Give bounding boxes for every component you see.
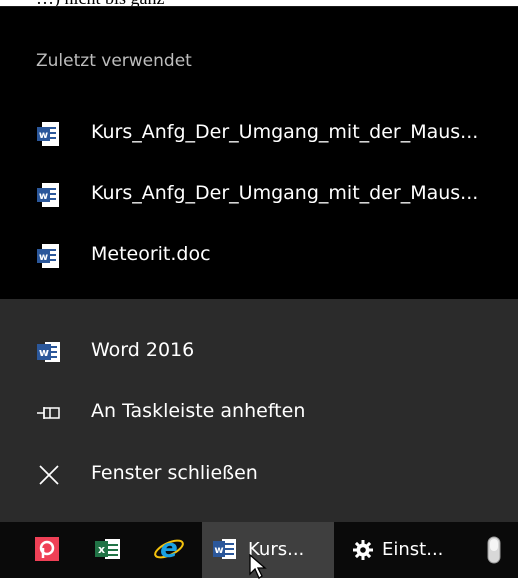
close-icon [39,465,59,485]
recent-item-label: Kurs_Anfg_Der_Umgang_mit_der_Maus... [91,182,479,204]
mouse-cursor-icon [249,554,267,579]
svg-text:w: w [214,545,223,556]
recent-item[interactable]: w Kurs_Anfg_Der_Umgang_mit_der_Maus... [0,166,518,226]
pocket-app-icon [35,537,59,561]
word-doc-icon: w [37,183,59,207]
recent-item-label: Meteorit.doc [91,243,211,265]
svg-text:x: x [98,543,105,556]
word-doc-icon: w [37,244,59,268]
internet-explorer-icon: e [154,534,184,564]
word-app-icon: w [37,342,60,362]
task-label: An Taskleiste anheften [91,400,306,422]
taskbar: x e w Kurs... Einst... [0,522,518,579]
word-icon: w [213,539,236,559]
taskbar-button-settings[interactable]: Einst... [342,522,470,578]
recent-item[interactable]: w Kurs_Anfg_Der_Umgang_mit_der_Maus... [0,105,518,165]
svg-text:e: e [160,534,178,564]
taskbar-button-pill-app[interactable] [474,522,514,578]
svg-text:w: w [39,252,48,263]
task-word-2016[interactable]: w Word 2016 [0,322,518,382]
recent-item[interactable]: w Meteorit.doc [0,227,518,287]
recent-section-header: Zuletzt verwendet [36,51,192,71]
task-label: Fenster schließen [91,462,258,484]
settings-icon [353,540,373,560]
taskbar-button-internet-explorer[interactable]: e [148,522,188,578]
svg-text:w: w [39,191,48,202]
task-label: Word 2016 [91,339,195,361]
pin-icon [37,407,60,419]
jump-list: Zuletzt verwendet w Kurs_Anfg_Der_Umgang… [0,6,518,523]
task-close-window[interactable]: Fenster schließen [0,445,518,505]
taskbar-settings-label: Einst... [382,539,444,560]
recent-item-label: Kurs_Anfg_Der_Umgang_mit_der_Maus... [91,121,479,143]
svg-text:w: w [39,346,49,359]
pill-app-icon [487,536,501,564]
task-pin-to-taskbar[interactable]: An Taskleiste anheften [0,383,518,443]
recent-section: Zuletzt verwendet w Kurs_Anfg_Der_Umgang… [0,7,518,299]
taskbar-button-excel[interactable]: x [88,522,128,578]
taskbar-button-word[interactable]: w Kurs... [202,522,334,579]
taskbar-button-pocket[interactable] [26,522,66,578]
svg-text:w: w [39,130,48,141]
word-doc-icon: w [37,122,59,146]
excel-icon: x [95,539,120,559]
